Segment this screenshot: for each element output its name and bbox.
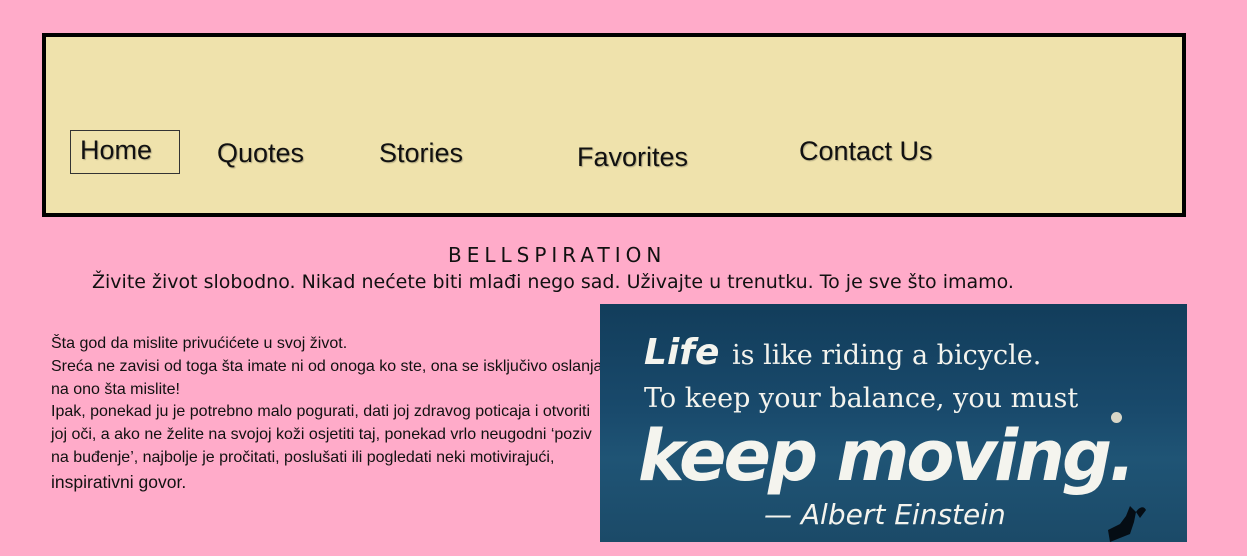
quote-line-3: keep moving. xyxy=(638,415,1136,497)
nav-favorites[interactable]: Favorites xyxy=(577,142,688,173)
intro-text: Šta god da mislite privućićete u svoj ži… xyxy=(51,333,603,494)
quote-line-2: To keep your balance, you must xyxy=(644,383,1079,414)
site-brand-title: BELLSPIRATION xyxy=(448,243,667,267)
quote-line-1: is like riding a bicycle. xyxy=(732,340,1042,371)
intro-paragraph-3: Ipak, ponekad ju je potrebno malo pogura… xyxy=(51,403,592,466)
nav-home[interactable]: Home xyxy=(70,130,180,174)
quote-word-life: Life xyxy=(644,332,720,373)
intro-paragraph-1: Šta god da mislite privućićete u svoj ži… xyxy=(51,335,348,352)
nav-stories[interactable]: Stories xyxy=(379,138,463,169)
intro-paragraph-2: Sreća ne zavisi od toga šta imate ni od … xyxy=(51,357,603,398)
tagline: Živite život slobodno. Nikad nećete biti… xyxy=(92,271,1014,293)
einstein-quote-image: Life is like riding a bicycle. To keep y… xyxy=(600,304,1187,542)
header-nav-box xyxy=(42,33,1186,217)
cyclist-silhouette xyxy=(1108,506,1146,542)
quote-author: — Albert Einstein xyxy=(764,498,1006,531)
nav-contact-us[interactable]: Contact Us xyxy=(799,136,933,167)
intro-paragraph-4: inspirativni govor. xyxy=(51,471,187,492)
nav-quotes[interactable]: Quotes xyxy=(217,138,304,169)
